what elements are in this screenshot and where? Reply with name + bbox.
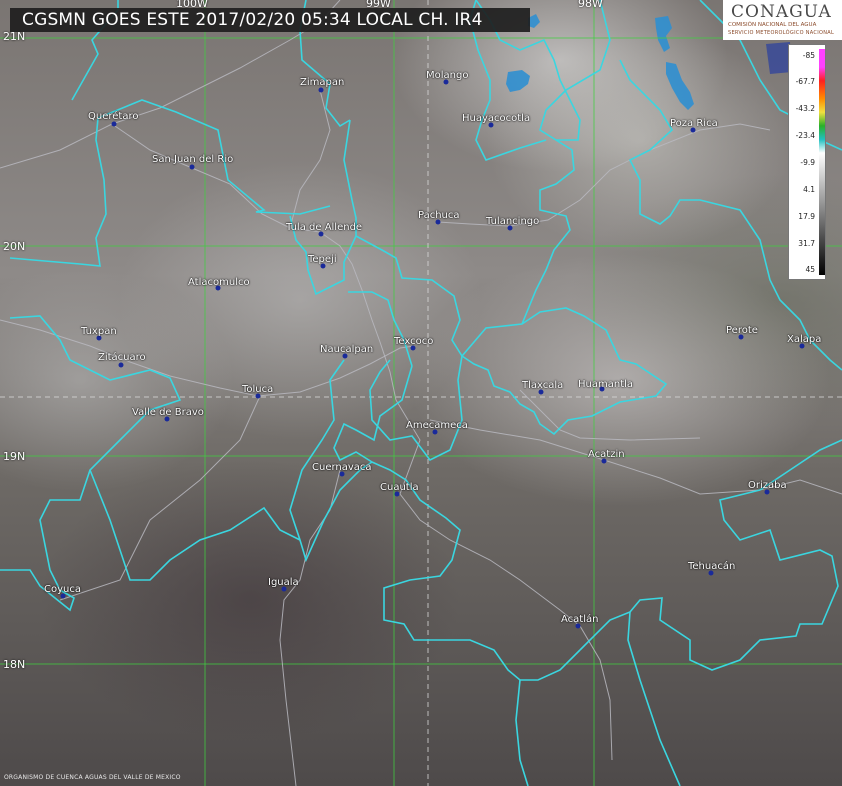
city-label-orizaba: Orizaba	[748, 480, 787, 491]
lat-label-18n: 18N	[3, 658, 26, 671]
legend-label: 31.7	[798, 239, 815, 248]
city-label-valle-de-bravo: Valle de Bravo	[132, 407, 204, 418]
city-label-tulancingo: Tulancingo	[486, 216, 540, 227]
legend-label: -67.7	[795, 77, 815, 86]
city-label-cuautla: Cuautla	[380, 482, 419, 493]
footer-credit: ORGANISMO DE CUENCA AGUAS DEL VALLE DE M…	[4, 774, 181, 781]
logo-wordmark: CONAGUA	[731, 2, 832, 22]
city-label-atlacomulco: Atlacomulco	[188, 277, 250, 288]
city-label-zitacuaro: Zitácuaro	[98, 352, 146, 363]
legend-label: -9.9	[800, 158, 815, 167]
lat-label-20n: 20N	[3, 240, 26, 253]
city-label-tula-de-allende: Tula de Allende	[286, 222, 363, 233]
city-label-perote: Perote	[726, 325, 758, 336]
city-label-iguala: Iguala	[268, 577, 299, 588]
legend-label: -23.4	[795, 131, 815, 140]
city-label-amecameca: Amecameca	[406, 420, 468, 431]
legend-label: 45	[805, 265, 815, 274]
city-label-molango: Molango	[426, 70, 469, 81]
legend-label: -85	[802, 51, 815, 60]
city-label-huayacocotla: Huayacocotla	[462, 113, 531, 124]
logo-subtitle-service: SERVICIO METEOROLÓGICO NACIONAL	[728, 30, 835, 36]
city-label-pachuca: Pachuca	[418, 210, 460, 221]
legend-label: 17.9	[798, 212, 815, 221]
legend-color-bar	[819, 49, 825, 275]
city-label-naucalpan: Naucalpan	[320, 344, 374, 355]
lon-label-98w: 98W	[578, 0, 603, 10]
image-title: CGSMN GOES ESTE 2017/02/20 05:34 LOCAL C…	[22, 10, 483, 30]
city-label-san-juan-del-rio: San Juan del Rio	[152, 154, 234, 165]
city-label-zimapan: Zimapan	[300, 77, 345, 88]
city-label-huamantla: Huamantla	[578, 379, 634, 390]
city-label-xalapa: Xalapa	[787, 334, 822, 345]
city-label-texcoco: Texcoco	[394, 336, 434, 347]
title-bar: CGSMN GOES ESTE 2017/02/20 05:34 LOCAL C…	[10, 8, 530, 32]
conagua-logo: CONAGUA COMISIÓN NACIONAL DEL AGUA SERVI…	[723, 0, 842, 40]
city-label-coyuca: Coyuca	[44, 584, 81, 595]
city-label-cuernavaca: Cuernavaca	[312, 462, 372, 473]
city-label-queretaro: Querétaro	[88, 111, 139, 122]
temperature-legend: -85 -67.7 -43.2 -23.4 -9.9 4.1 17.9 31.7…	[788, 44, 826, 280]
city-label-acatlan: Acatlán	[561, 614, 599, 625]
city-label-tuxpan: Tuxpan	[81, 326, 117, 337]
city-label-poza-rica: Poza Rica	[670, 118, 718, 129]
logo-subtitle-agency: COMISIÓN NACIONAL DEL AGUA	[728, 22, 817, 28]
city-label-tepeji: Tepeji	[308, 254, 337, 265]
lat-label-19n: 19N	[3, 450, 26, 463]
city-label-acatzin: Acatzin	[588, 449, 625, 460]
legend-label: -43.2	[795, 104, 815, 113]
city-label-toluca: Toluca	[242, 384, 274, 395]
legend-label: 4.1	[803, 185, 815, 194]
satellite-map[interactable]: 100W 99W 98W 21N 20N 19N 18N Zimapan Mol…	[0, 0, 842, 786]
city-label-tehuacan: Tehuacán	[688, 561, 736, 572]
city-label-tlaxcala: Tlaxcala	[522, 380, 564, 391]
